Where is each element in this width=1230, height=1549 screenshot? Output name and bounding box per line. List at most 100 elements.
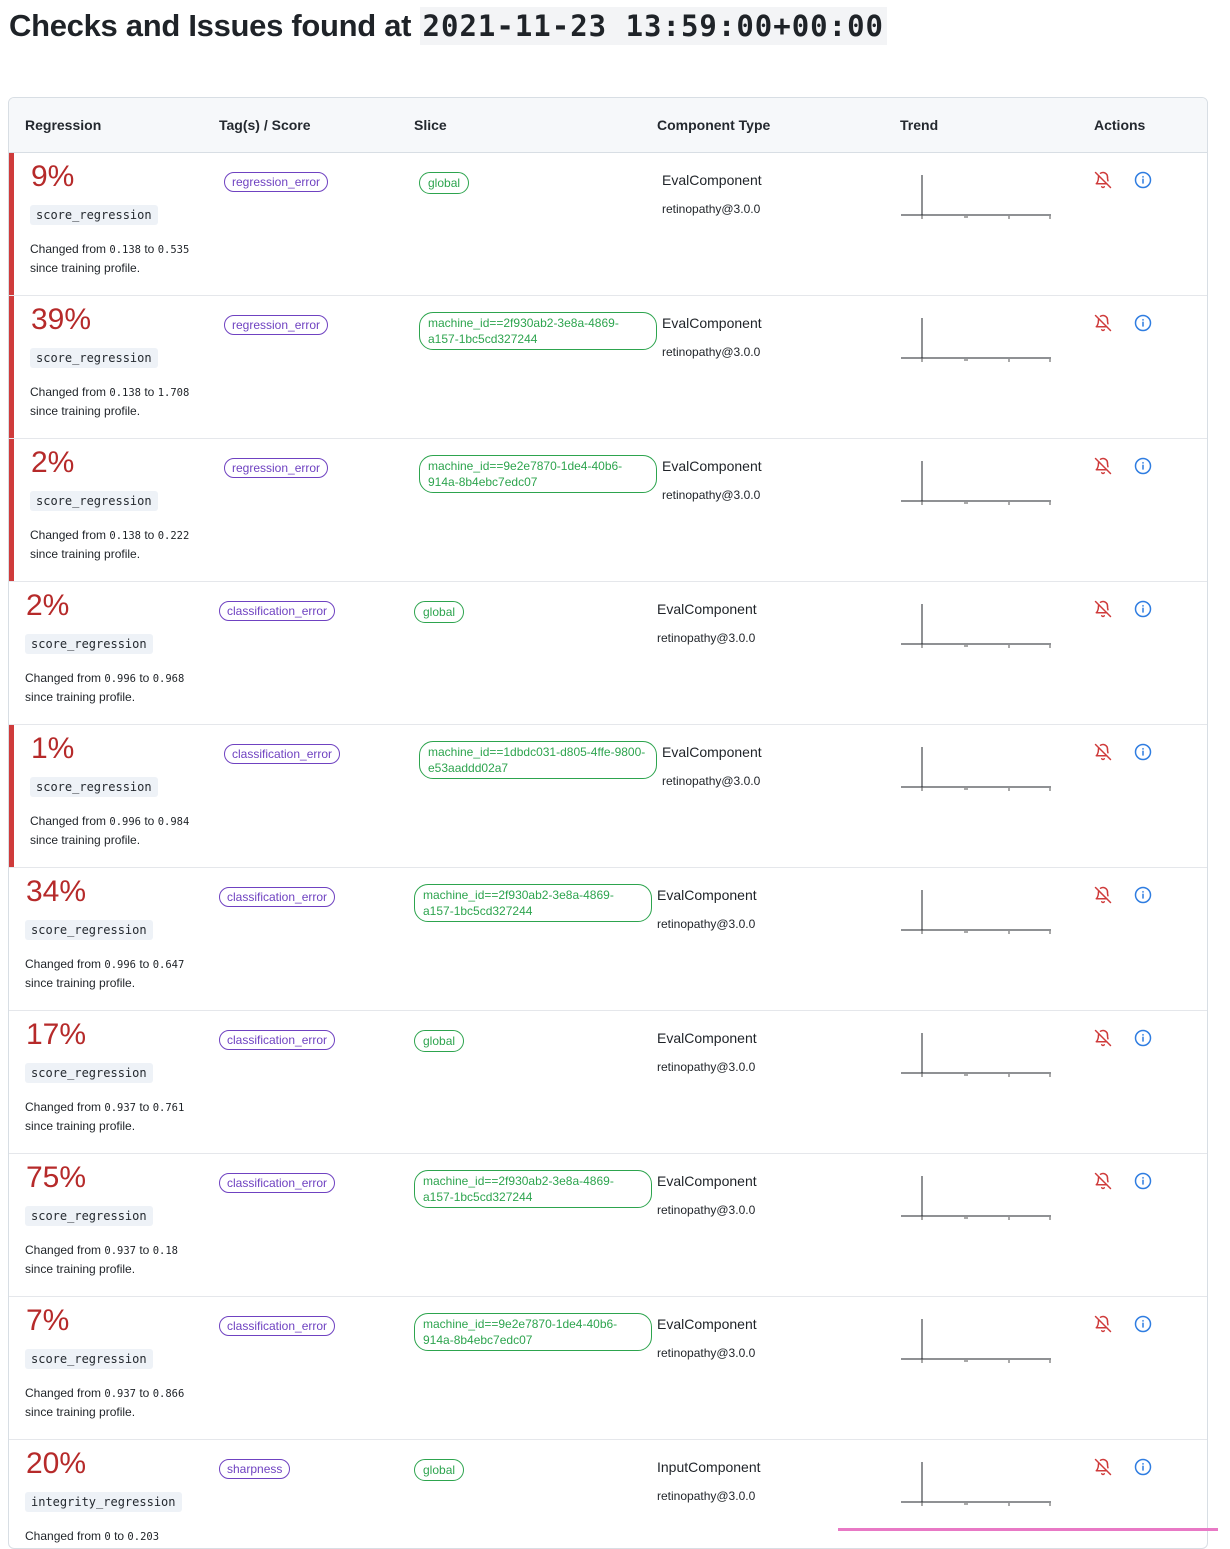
col-tags-score[interactable]: Tag(s) / Score [219,117,311,133]
tag-badge[interactable]: regression_error [224,458,329,478]
slice-badge[interactable]: machine_id==2f930ab2-3e8a-4869-a157-1bc5… [414,884,652,922]
changed-prefix: Changed from [30,814,107,828]
component-version: retinopathy@3.0.0 [657,1060,756,1074]
change-description: Changed from 0.138 to 0.535 since trainin… [30,240,189,277]
change-description: Changed from 0 to 0.203since training pr… [25,1527,159,1548]
metric-badge: score_regression [25,1206,153,1226]
info-icon[interactable] [1134,600,1152,618]
changed-to: to [139,671,150,685]
regression-percent: 39% [31,303,92,336]
from-value: 0.138 [109,530,141,542]
bell-off-icon[interactable] [1094,1172,1112,1190]
to-value: 0.866 [152,1388,185,1400]
regression-percent: 2% [31,446,75,479]
changed-prefix: Changed from [30,528,107,542]
metric-badge: score_regression [25,634,153,654]
bell-off-icon[interactable] [1094,314,1112,332]
tag-badge[interactable]: sharpness [219,1459,291,1479]
info-icon[interactable] [1134,1029,1152,1047]
component-version: retinopathy@3.0.0 [657,631,756,645]
tag-badge[interactable]: classification_error [219,1030,336,1050]
title-timestamp: 2021-11-23 13:59:00+00:00 [419,7,888,45]
component-version: retinopathy@3.0.0 [662,488,761,502]
bell-off-icon[interactable] [1094,1458,1112,1476]
to-value: 0.222 [157,530,190,542]
from-value: 0.937 [104,1102,136,1114]
bell-off-icon[interactable] [1094,743,1112,761]
slice-badge[interactable]: machine_id==9e2e7870-1de4-40b6-914a-8b4e… [419,455,657,493]
change-description: Changed from 0.937 to 0.866 since trainin… [25,1384,184,1421]
info-icon[interactable] [1134,314,1152,332]
tag-badge[interactable]: classification_error [219,1173,336,1193]
trend-sparkline [901,1174,1053,1222]
trend-sparkline [901,459,1053,507]
bell-off-icon[interactable] [1094,886,1112,904]
changed-to: to [144,814,155,828]
changed-suffix: since training profile. [30,404,141,418]
changed-prefix: Changed from [25,671,102,685]
info-icon[interactable] [1134,1172,1152,1190]
col-actions[interactable]: Actions [1094,117,1145,133]
metric-badge: score_regression [30,491,158,511]
metric-badge: score_regression [25,920,153,940]
bell-off-icon[interactable] [1094,1315,1112,1333]
info-icon[interactable] [1134,886,1152,904]
checks-table: Regression Tag(s) / Score Slice Componen… [8,97,1208,1549]
to-value: 0.984 [157,816,190,828]
metric-badge: score_regression [25,1063,153,1083]
changed-to: to [139,1243,150,1257]
slice-badge[interactable]: global [414,1030,465,1052]
info-icon[interactable] [1134,743,1152,761]
slice-badge[interactable]: machine_id==2f930ab2-3e8a-4869-a157-1bc5… [414,1170,652,1208]
changed-to: to [139,1100,150,1114]
tag-badge[interactable]: classification_error [219,887,336,907]
changed-prefix: Changed from [25,957,102,971]
table-header: Regression Tag(s) / Score Slice Componen… [9,98,1207,153]
trend-sparkline [901,1460,1053,1508]
from-value: 0.138 [109,387,141,399]
bell-off-icon[interactable] [1094,457,1112,475]
table-row: 39% score_regression Changed from 0.138 to… [9,296,1207,439]
component-version: retinopathy@3.0.0 [662,774,761,788]
component-type: EvalComponent [657,887,757,903]
to-value: 0.535 [157,244,190,256]
slice-badge[interactable]: machine_id==2f930ab2-3e8a-4869-a157-1bc5… [419,312,657,350]
metric-badge: integrity_regression [25,1492,182,1512]
slice-badge[interactable]: global [414,1459,465,1481]
slice-badge[interactable]: global [419,172,470,194]
bell-off-icon[interactable] [1094,171,1112,189]
tag-badge[interactable]: classification_error [219,1316,336,1336]
slice-badge[interactable]: machine_id==1dbdc031-d805-4ffe-9800-e53a… [419,741,657,779]
changed-suffix: since training profile. [25,976,136,990]
table-row: 1% score_regression Changed from 0.996 to … [9,725,1207,868]
info-icon[interactable] [1134,171,1152,189]
slice-badge[interactable]: global [414,601,465,623]
table-row: 2% score_regression Changed from 0.996 to … [9,582,1207,725]
changed-suffix: since training profile. [25,690,136,704]
component-type: EvalComponent [657,1316,757,1332]
change-description: Changed from 0.138 to 1.708 since trainin… [30,383,189,420]
col-regression[interactable]: Regression [25,117,101,133]
info-icon[interactable] [1134,1458,1152,1476]
changed-prefix: Changed from [25,1529,102,1543]
bell-off-icon[interactable] [1094,1029,1112,1047]
changed-prefix: Changed from [25,1243,102,1257]
component-version: retinopathy@3.0.0 [657,917,756,931]
info-icon[interactable] [1134,1315,1152,1333]
table-row: 34% score_regression Changed from 0.996 to… [9,868,1207,1011]
bell-off-icon[interactable] [1094,600,1112,618]
tag-badge[interactable]: regression_error [224,172,329,192]
tag-badge[interactable]: classification_error [224,744,341,764]
col-slice[interactable]: Slice [414,117,447,133]
info-icon[interactable] [1134,457,1152,475]
regression-percent: 20% [26,1447,87,1480]
col-component-type[interactable]: Component Type [657,117,770,133]
tag-badge[interactable]: classification_error [219,601,336,621]
col-trend[interactable]: Trend [900,117,938,133]
changed-suffix: since training profile. [30,261,141,275]
tag-badge[interactable]: regression_error [224,315,329,335]
change-description: Changed from 0.996 to 0.647 since trainin… [25,955,184,992]
component-type: InputComponent [657,1459,761,1475]
slice-badge[interactable]: machine_id==9e2e7870-1de4-40b6-914a-8b4e… [414,1313,652,1351]
component-type: EvalComponent [662,172,762,188]
